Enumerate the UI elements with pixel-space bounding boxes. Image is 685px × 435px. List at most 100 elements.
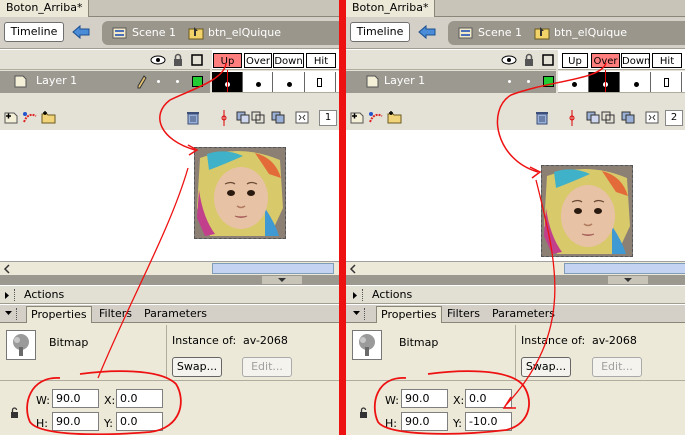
- scene-icon: [458, 27, 473, 39]
- stage: [0, 131, 339, 261]
- frame-label-over[interactable]: Over: [244, 53, 272, 68]
- outline-all-icon[interactable]: [542, 54, 554, 66]
- add-layer-icon[interactable]: [350, 110, 364, 124]
- collapse-panel-icon[interactable]: [352, 310, 361, 316]
- scroll-left-icon[interactable]: [3, 264, 11, 274]
- visibility-dot[interactable]: [508, 80, 511, 83]
- height-field[interactable]: 90.0: [401, 412, 448, 431]
- baby-photo: [195, 148, 285, 238]
- outline-all-icon[interactable]: [191, 54, 203, 66]
- modify-markers-icon[interactable]: [645, 111, 659, 124]
- expand-arrow-icon: [5, 292, 9, 299]
- scroll-thumb[interactable]: [564, 263, 685, 274]
- playhead-line: [605, 70, 606, 92]
- frame-label-over[interactable]: Over: [591, 53, 620, 68]
- actions-title: Actions: [24, 288, 65, 301]
- layer-color-swatch[interactable]: [192, 76, 203, 87]
- modify-markers-icon[interactable]: [295, 111, 309, 124]
- tab-properties[interactable]: Properties: [376, 306, 442, 323]
- gripper: [14, 289, 16, 301]
- eye-icon[interactable]: [501, 54, 517, 66]
- swap-button[interactable]: Swap...: [172, 357, 222, 377]
- onion-skin-icon[interactable]: [236, 111, 250, 124]
- lock-all-icon[interactable]: [523, 53, 535, 67]
- y-field[interactable]: 0.0: [116, 412, 163, 431]
- width-field[interactable]: 90.0: [52, 389, 99, 408]
- add-motion-guide-icon[interactable]: [368, 110, 384, 124]
- edit-button[interactable]: Edit...: [242, 357, 292, 377]
- onion-skin-icon[interactable]: [586, 111, 600, 124]
- height-field[interactable]: 90.0: [52, 412, 99, 431]
- actions-panel-header[interactable]: Actions: [346, 285, 685, 304]
- horizontal-scrollbar[interactable]: [346, 261, 685, 275]
- panel-splitter[interactable]: [346, 275, 685, 285]
- collapse-arrow-icon[interactable]: [262, 276, 302, 284]
- back-arrow-icon[interactable]: [418, 24, 436, 40]
- trash-icon[interactable]: [186, 110, 200, 125]
- breadcrumb: Scene 1 btn_elQuique: [102, 21, 339, 45]
- tab-filters[interactable]: Filters: [447, 306, 480, 323]
- layer-header: [346, 50, 556, 70]
- trash-icon[interactable]: [535, 110, 549, 125]
- add-folder-icon[interactable]: [387, 110, 402, 124]
- tab-parameters[interactable]: Parameters: [144, 306, 207, 323]
- breadcrumb-symbol-label: btn_elQuique: [554, 26, 627, 39]
- add-motion-guide-icon[interactable]: [22, 110, 38, 124]
- back-arrow-icon[interactable]: [72, 24, 90, 40]
- separator: [346, 380, 685, 381]
- layer-row[interactable]: Layer 1: [346, 71, 556, 93]
- x-field[interactable]: 0.0: [116, 389, 163, 408]
- collapse-panel-icon[interactable]: [4, 310, 13, 316]
- document-tab[interactable]: Boton_Arriba*: [346, 0, 436, 17]
- frame-label-up[interactable]: Up: [562, 53, 588, 68]
- layer-header: [0, 50, 210, 70]
- y-field[interactable]: -10.0: [465, 412, 512, 431]
- scroll-thumb[interactable]: [212, 263, 334, 274]
- width-field[interactable]: 90.0: [401, 389, 448, 408]
- onion-outlines-icon[interactable]: [251, 111, 265, 124]
- add-layer-icon[interactable]: [4, 110, 18, 124]
- eye-icon[interactable]: [150, 54, 166, 66]
- lock-icon[interactable]: [10, 407, 19, 419]
- edit-multiple-frames-icon[interactable]: [621, 111, 635, 124]
- bitmap-instance[interactable]: [194, 147, 286, 239]
- tab-properties[interactable]: Properties: [26, 306, 92, 323]
- timeline-button[interactable]: Timeline: [350, 22, 410, 42]
- tab-parameters[interactable]: Parameters: [492, 306, 555, 323]
- onion-outlines-icon[interactable]: [601, 111, 615, 124]
- tab-filters[interactable]: Filters: [99, 306, 132, 323]
- lock-dot[interactable]: [527, 80, 530, 83]
- frame-label-hit[interactable]: Hit: [306, 53, 336, 68]
- lock-all-icon[interactable]: [172, 53, 184, 67]
- x-field[interactable]: 0.0: [465, 389, 512, 408]
- properties-body: Bitmap Instance of: av-2068 Swap... Edit…: [0, 323, 339, 435]
- panel-splitter[interactable]: [0, 275, 339, 285]
- edit-button[interactable]: Edit...: [592, 357, 642, 377]
- lock-icon[interactable]: [359, 407, 368, 419]
- add-folder-icon[interactable]: [41, 110, 56, 124]
- bitmap-instance[interactable]: [541, 165, 633, 257]
- layer-color-swatch[interactable]: [543, 76, 554, 87]
- width-label: W:: [385, 394, 399, 407]
- frame-labels: Up Over Down Hit: [558, 50, 685, 70]
- collapse-arrow-icon[interactable]: [608, 276, 648, 284]
- edit-multiple-frames-icon[interactable]: [271, 111, 285, 124]
- actions-panel-header[interactable]: Actions: [0, 285, 339, 304]
- frame-label-up[interactable]: Up: [213, 53, 242, 68]
- frame-label-down[interactable]: Down: [621, 53, 650, 68]
- frames-row: [212, 70, 339, 93]
- pencil-icon: [137, 75, 147, 89]
- height-label: H:: [36, 417, 48, 430]
- center-frame-icon[interactable]: [219, 110, 229, 126]
- horizontal-scrollbar[interactable]: [0, 261, 339, 275]
- swap-button[interactable]: Swap...: [521, 357, 571, 377]
- frame-label-hit[interactable]: Hit: [652, 53, 682, 68]
- lock-dot[interactable]: [176, 80, 179, 83]
- timeline-button[interactable]: Timeline: [4, 22, 64, 42]
- frame-label-down[interactable]: Down: [273, 53, 304, 68]
- visibility-dot[interactable]: [157, 80, 160, 83]
- center-frame-icon[interactable]: [567, 110, 577, 126]
- layer-row[interactable]: Layer 1: [0, 71, 210, 93]
- document-tab[interactable]: Boton_Arriba*: [0, 0, 90, 17]
- scroll-left-icon[interactable]: [349, 264, 357, 274]
